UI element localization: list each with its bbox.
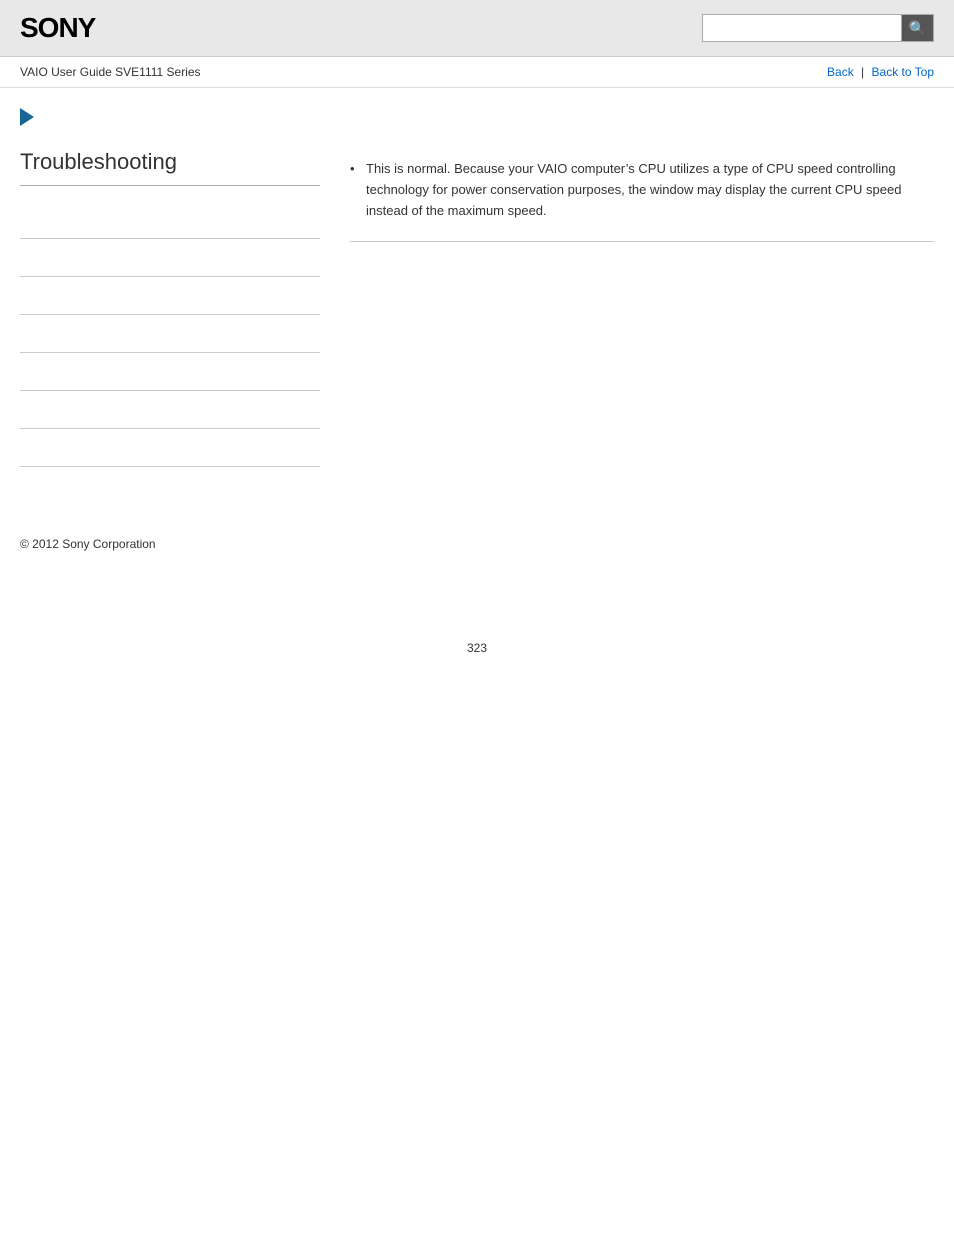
search-input[interactable]: [702, 14, 902, 42]
list-item: [20, 201, 320, 239]
answer-item: This is normal. Because your VAIO comput…: [350, 159, 934, 221]
chevron-container: [20, 108, 934, 129]
main-layout: Troubleshooting This is normal. Because …: [20, 149, 934, 467]
nav-links: Back | Back to Top: [827, 65, 934, 79]
list-item: [20, 429, 320, 467]
page-number: 323: [0, 641, 954, 655]
back-link[interactable]: Back: [827, 65, 854, 79]
search-area: 🔍: [702, 14, 934, 42]
list-item: [20, 239, 320, 277]
header: SONY 🔍: [0, 0, 954, 57]
answer-list: This is normal. Because your VAIO comput…: [350, 159, 934, 221]
content: Troubleshooting This is normal. Because …: [0, 88, 954, 487]
footer: © 2012 Sony Corporation: [0, 527, 954, 561]
copyright-text: © 2012 Sony Corporation: [20, 537, 156, 551]
chevron-right-icon: [20, 108, 34, 126]
list-item: [20, 353, 320, 391]
nav-bar: VAIO User Guide SVE1111 Series Back | Ba…: [0, 57, 954, 88]
sidebar-heading: Troubleshooting: [20, 149, 320, 186]
nav-separator: |: [861, 65, 864, 79]
search-icon: 🔍: [909, 20, 926, 37]
answer-section: This is normal. Because your VAIO comput…: [350, 149, 934, 242]
list-item: [20, 315, 320, 353]
guide-title: VAIO User Guide SVE1111 Series: [20, 65, 201, 79]
back-to-top-link[interactable]: Back to Top: [872, 65, 934, 79]
search-button[interactable]: 🔍: [902, 14, 934, 42]
list-item: [20, 277, 320, 315]
list-item: [20, 391, 320, 429]
sony-logo: SONY: [20, 12, 95, 44]
sidebar: Troubleshooting: [20, 149, 320, 467]
right-content: This is normal. Because your VAIO comput…: [350, 149, 934, 467]
